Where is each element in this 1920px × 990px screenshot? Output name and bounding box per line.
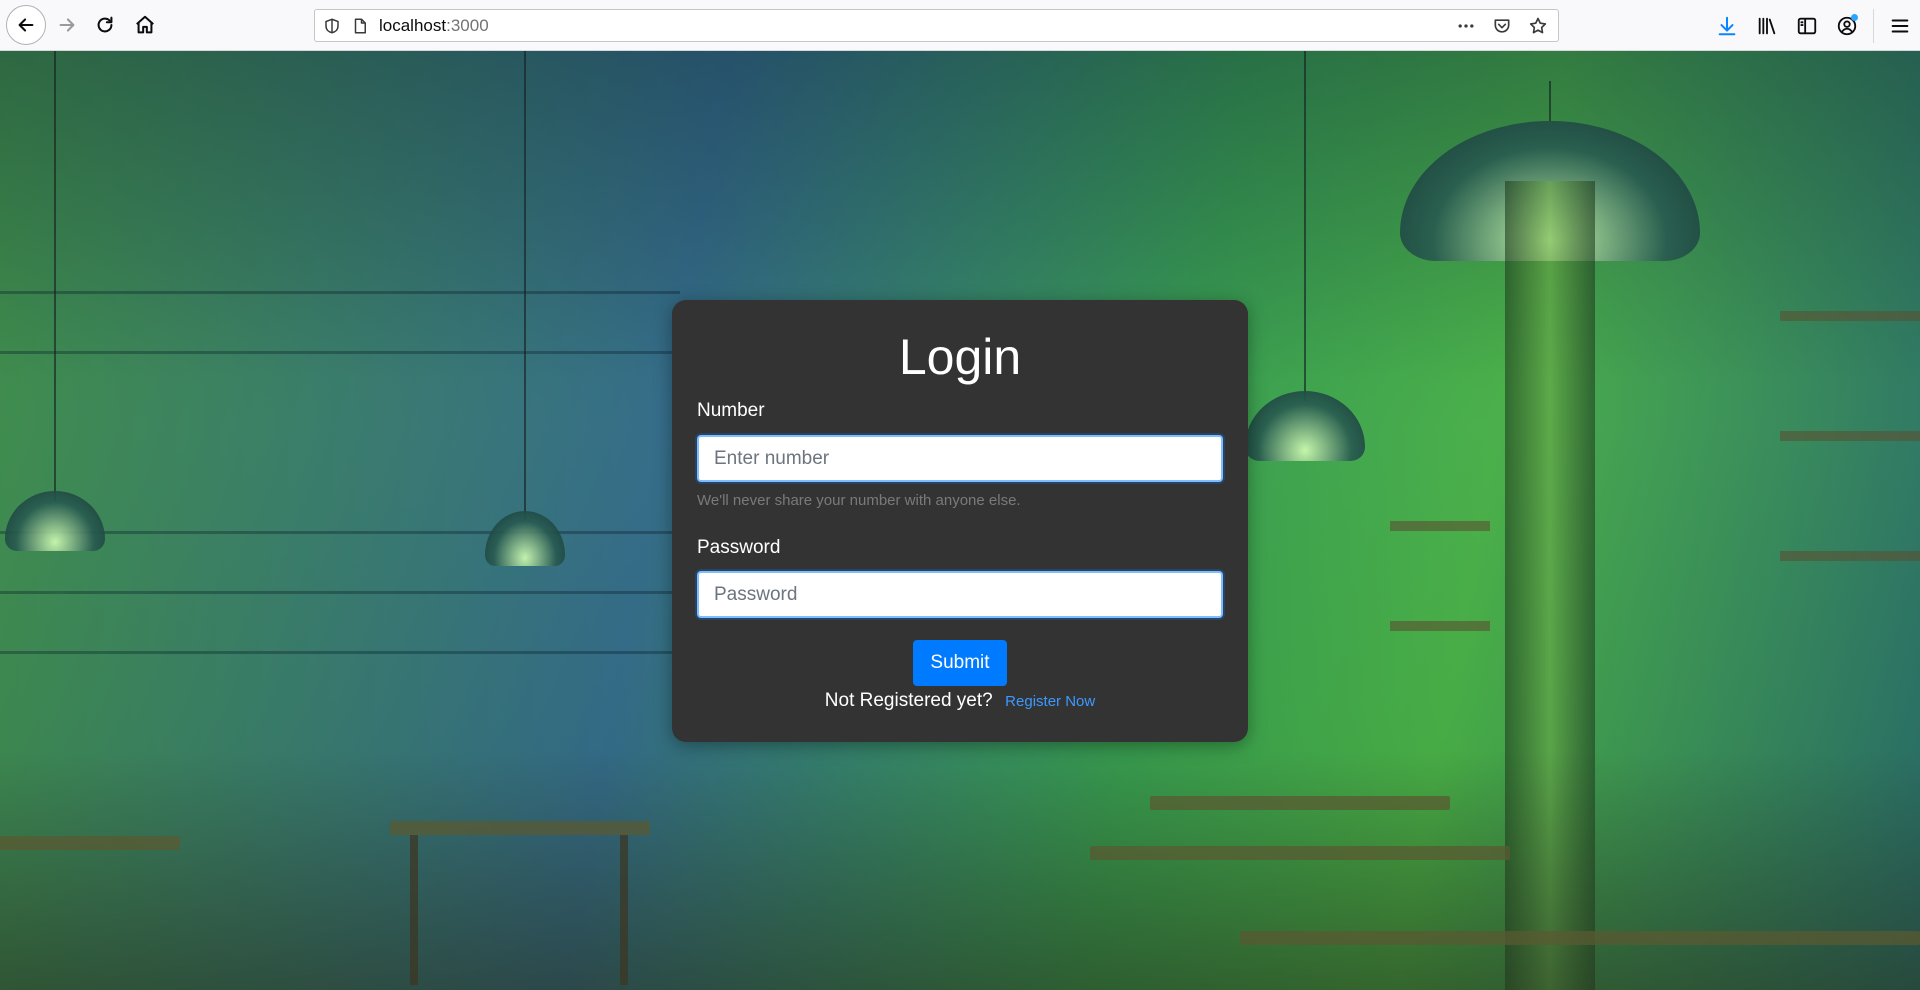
submit-button[interactable]: Submit [913,640,1007,686]
shelf [1390,621,1490,631]
browser-toolbar: localhost:3000 [0,0,1920,51]
number-label: Number [697,400,765,421]
url-host: localhost [379,15,447,35]
reload-button[interactable] [86,6,124,44]
forward-button[interactable] [48,6,86,44]
register-now-link[interactable]: Register Now [1005,693,1095,710]
dining-table [1150,796,1450,810]
library-icon[interactable] [1747,6,1787,46]
sidebar-icon[interactable] [1787,6,1827,46]
table-leg [620,835,628,985]
more-actions-icon[interactable] [1452,12,1480,40]
pendant-lamp [1240,51,1370,471]
table-leg [410,835,418,985]
hamburger-menu-icon[interactable] [1880,6,1920,46]
dining-table [0,836,180,850]
shelf [1390,521,1490,531]
reload-icon [97,16,113,33]
toolbar-separator [1873,8,1874,43]
pendant-lamp [480,51,570,581]
back-button[interactable] [6,5,46,45]
shelf [1780,431,1920,441]
url-text[interactable]: localhost:3000 [379,16,489,36]
page-info-icon[interactable] [349,15,371,37]
url-port: :3000 [446,15,489,35]
dining-table [1240,931,1920,945]
downloads-icon[interactable] [1707,6,1747,46]
address-bar-actions [1452,10,1552,41]
floor [0,750,1920,990]
number-help-text: We'll never share your number with anyon… [697,492,1021,509]
pocket-icon[interactable] [1488,12,1516,40]
wall-band [0,651,680,654]
back-arrow-icon [18,18,34,32]
pendant-lamp [0,51,110,571]
register-row: Not Registered yet? Register Now [672,690,1248,712]
address-bar[interactable]: localhost:3000 [314,9,1559,42]
account-icon[interactable] [1827,6,1867,46]
tracking-protection-shield-icon[interactable] [321,15,343,37]
login-title: Login [898,329,1022,385]
password-input[interactable] [697,571,1223,618]
shelf [1780,311,1920,321]
dining-table [1090,846,1510,860]
account-notification-dot [1851,13,1858,21]
forward-arrow-icon [59,18,75,32]
login-card: Login Number We'll never share your numb… [672,300,1248,742]
password-label: Password [697,537,781,558]
home-button[interactable] [126,6,164,44]
wall-band [0,591,680,594]
dining-table [390,821,650,835]
home-icon [136,15,154,34]
bookmark-star-icon[interactable] [1524,12,1552,40]
shelf [1780,551,1920,561]
toolbar-right-tools [1707,0,1920,51]
number-input[interactable] [697,435,1223,482]
not-registered-text: Not Registered yet? [824,690,993,711]
